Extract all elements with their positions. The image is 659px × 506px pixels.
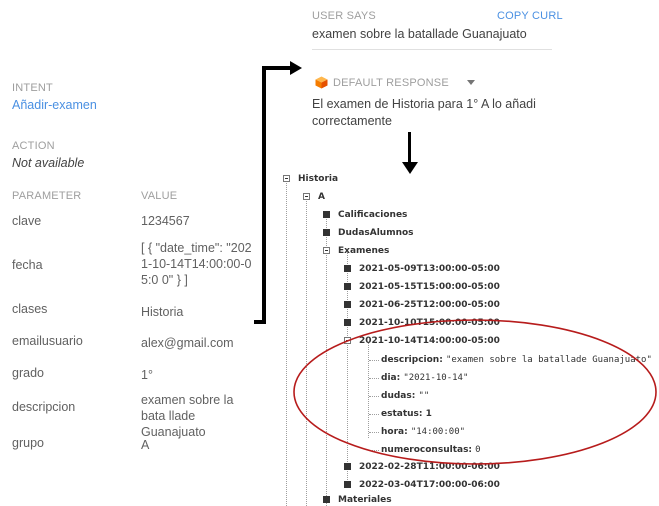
highlight-ellipse: [293, 319, 657, 465]
